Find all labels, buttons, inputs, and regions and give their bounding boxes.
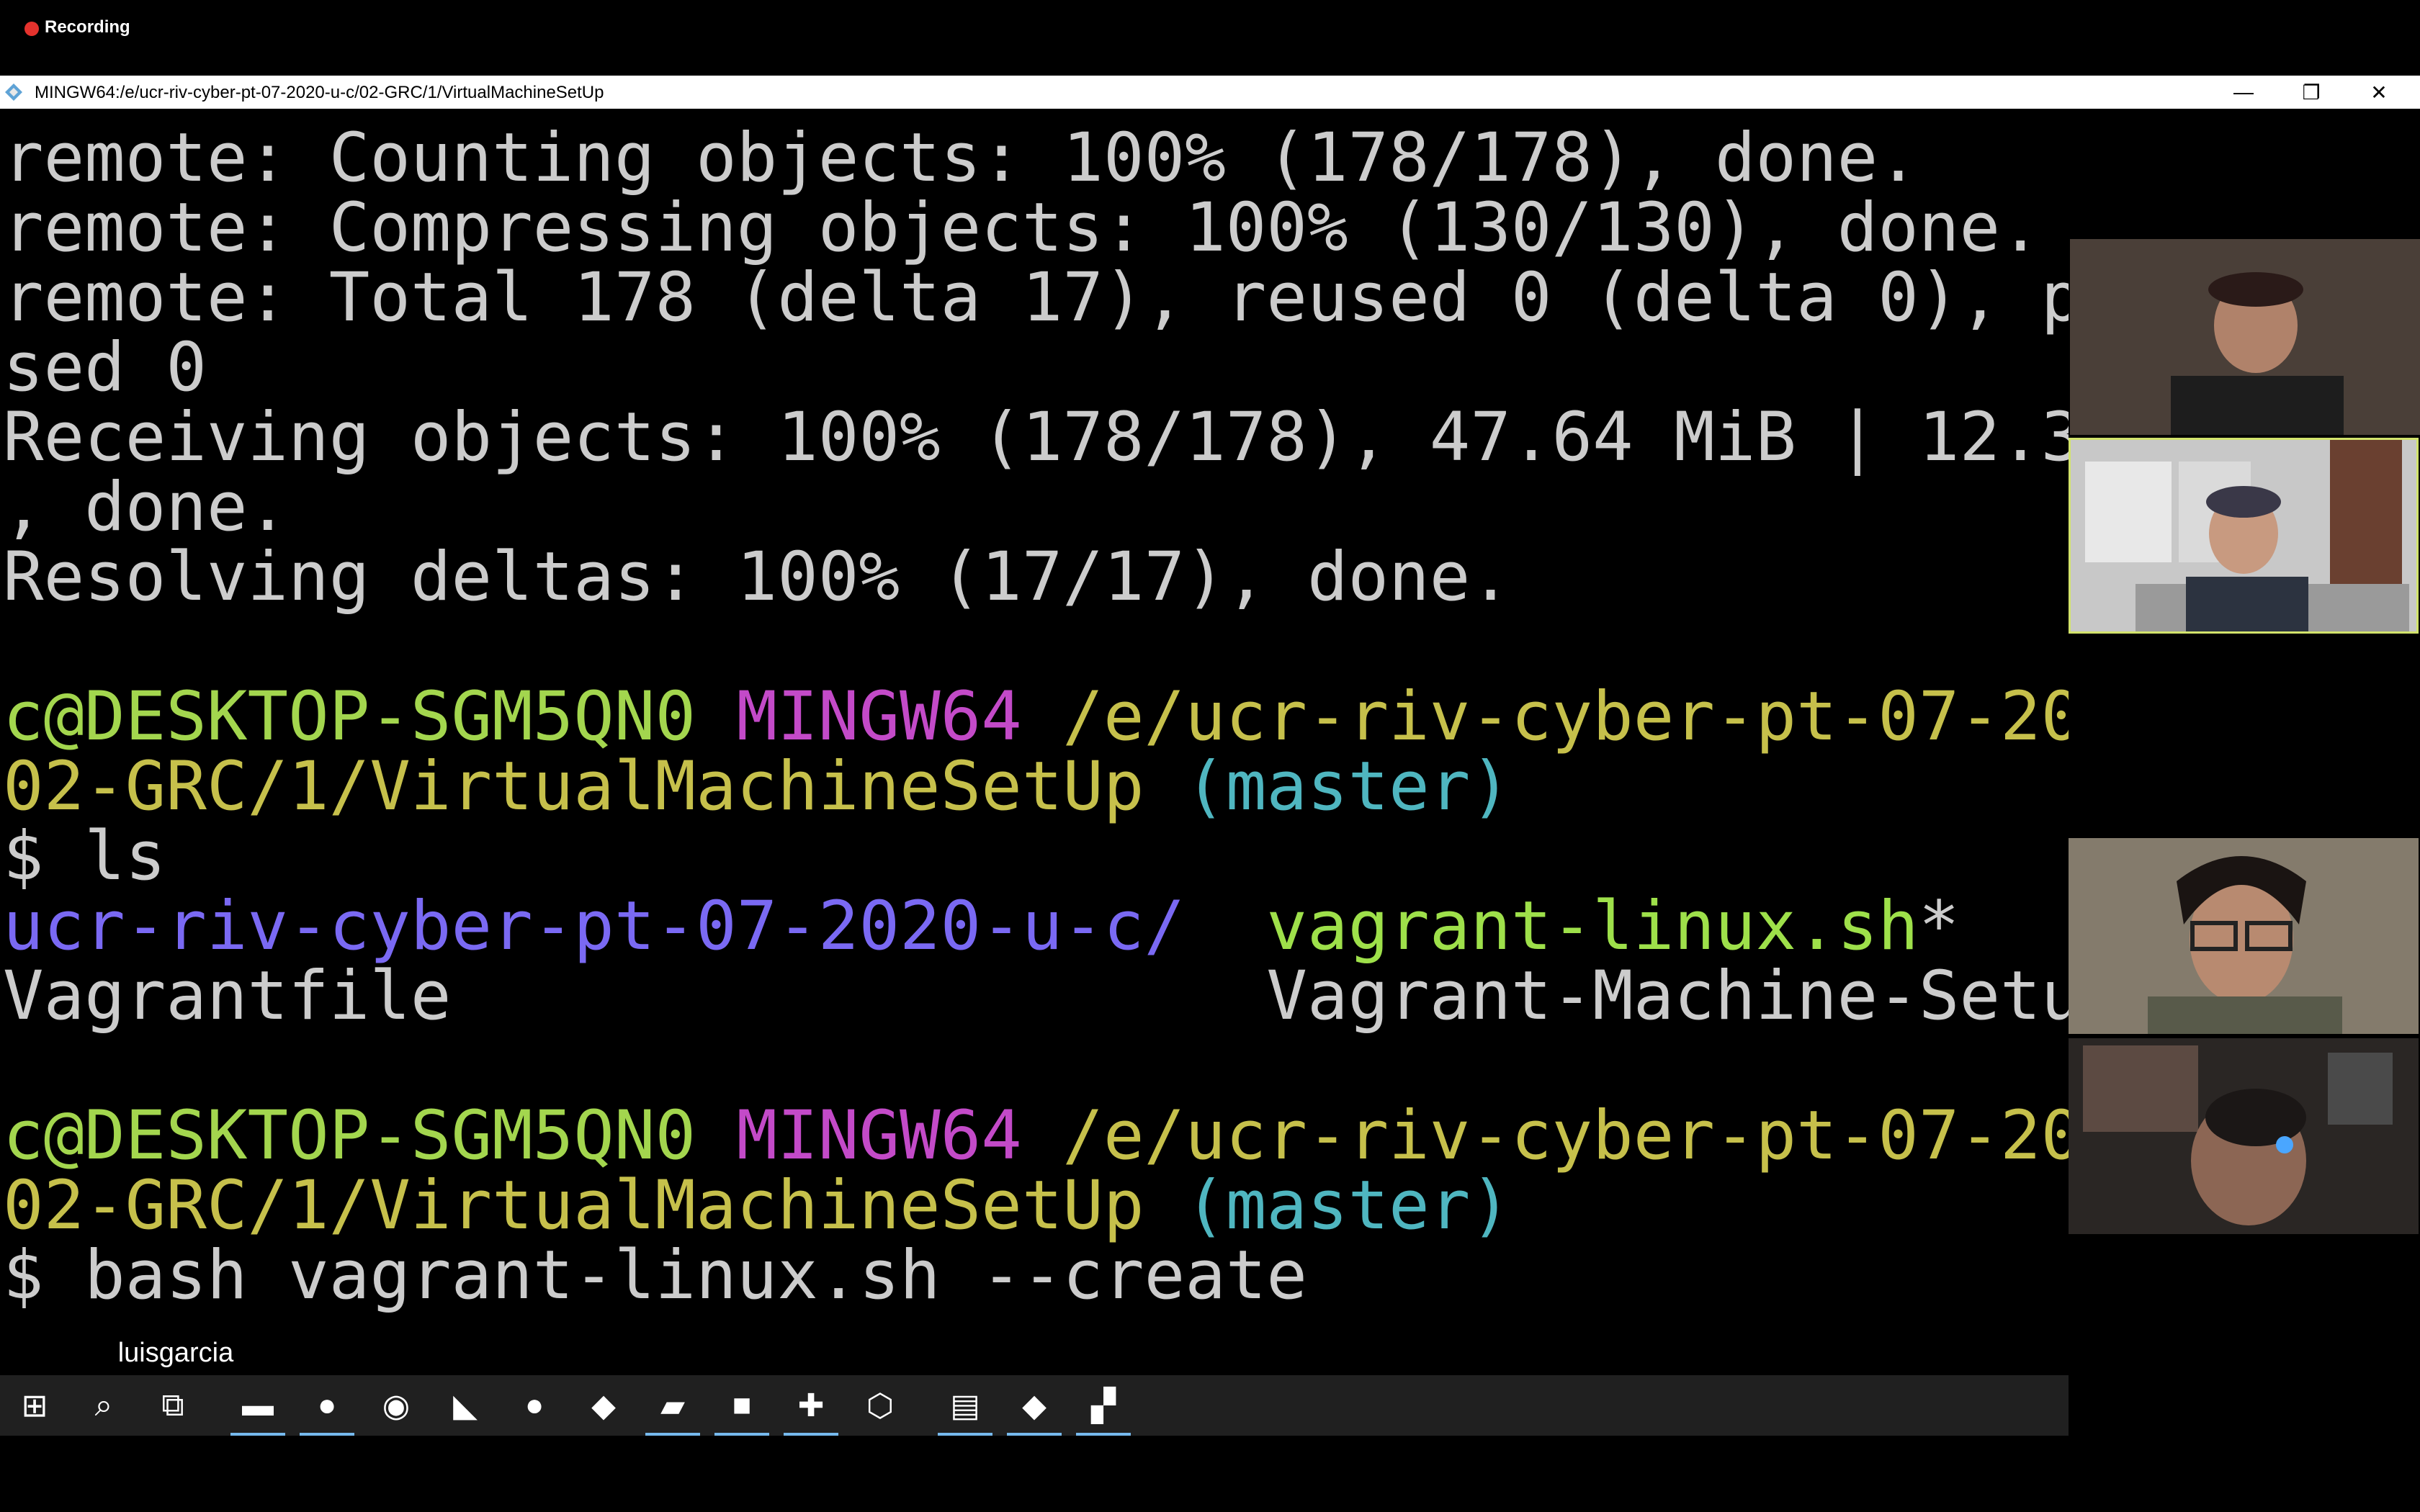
zoom-icon: ■ bbox=[732, 1387, 752, 1423]
terminal-line: remote: Total 178 (delta 17), reused 0 (… bbox=[3, 263, 2069, 333]
taskbar-app-button[interactable]: ▰ bbox=[638, 1375, 707, 1436]
taskbar-virtualbox-button[interactable]: ⬡ bbox=[846, 1375, 915, 1436]
terminal-text: Resolving deltas: 100% (17/17), done. bbox=[3, 538, 1511, 616]
participant-video-5[interactable] bbox=[2069, 1038, 2419, 1234]
mingw-icon bbox=[5, 84, 22, 101]
chrome-icon: ◉ bbox=[382, 1387, 411, 1423]
taskbar-github-desktop-button[interactable]: ● bbox=[500, 1375, 569, 1436]
taskbar-file-explorer-button[interactable]: ▬ bbox=[223, 1375, 292, 1436]
maximize-button[interactable]: ❐ bbox=[2279, 76, 2344, 109]
virtualbox-icon: ⬡ bbox=[866, 1387, 895, 1423]
taskbar-start-button[interactable]: ⊞ bbox=[0, 1375, 69, 1436]
terminal-output[interactable]: remote: Counting objects: 100% (178/178)… bbox=[0, 109, 2069, 1376]
terminal-line: c@DESKTOP-SGM5QN0 MINGW64 /e/ucr-riv-cyb… bbox=[3, 1101, 2069, 1171]
github-desktop-icon: ● bbox=[524, 1387, 544, 1423]
recording-bar: Recording bbox=[0, 0, 2420, 74]
terminal-line: $ bash vagrant-linux.sh --create bbox=[3, 1241, 2069, 1310]
start-icon: ⊞ bbox=[21, 1387, 48, 1423]
git-icon: ◆ bbox=[591, 1387, 616, 1423]
participant-name-label: luisgarcia bbox=[117, 1338, 234, 1368]
terminal-line: remote: Compressing objects: 100% (130/1… bbox=[3, 193, 2069, 263]
terminal-line: c@DESKTOP-SGM5QN0 MINGW64 /e/ucr-riv-cyb… bbox=[3, 682, 2069, 752]
terminal-line: Receiving objects: 100% (178/178), 47.64… bbox=[3, 402, 2069, 472]
participants-panel bbox=[2069, 238, 2420, 1444]
terminal-line: remote: Counting objects: 100% (178/178)… bbox=[3, 123, 2069, 193]
terminal-line: 02-GRC/1/VirtualMachineSetUp (master) bbox=[3, 752, 2069, 822]
terminal-text: c@DESKTOP-SGM5QN0 bbox=[3, 1097, 696, 1175]
terminal-text: Receiving objects: 100% (178/178), 47.64… bbox=[3, 398, 2069, 477]
recording-label: Recording bbox=[45, 17, 130, 37]
taskbar-vscode-button[interactable]: ◣ bbox=[431, 1375, 500, 1436]
participant-video-2[interactable] bbox=[2069, 438, 2419, 634]
participant-video-3[interactable] bbox=[2069, 638, 2419, 834]
terminal-text: Vagrantfile Vagrant-Machine-Setu bbox=[3, 957, 2069, 1035]
terminal-text: ucr-riv-cyber-pt-07-2020-u-c/ bbox=[3, 887, 1186, 966]
terminal-text: c@DESKTOP-SGM5QN0 bbox=[3, 678, 696, 756]
terminal-text: remote: Compressing objects: 100% (130/1… bbox=[3, 189, 2041, 267]
terminal-text: MINGW64 bbox=[736, 678, 1022, 756]
terminal-window: MINGW64:/e/ucr-riv-cyber-pt-07-2020-u-c/… bbox=[0, 76, 2420, 1376]
terminal-line: Resolving deltas: 100% (17/17), done. bbox=[3, 542, 2069, 612]
terminal-line: , done. bbox=[3, 472, 2069, 542]
terminal-text: 02-GRC/1/VirtualMachineSetUp bbox=[3, 1166, 1144, 1245]
taskbar-git-button[interactable]: ◆ bbox=[569, 1375, 638, 1436]
terminal-text: 02-GRC/1/VirtualMachineSetUp bbox=[3, 747, 1144, 826]
terminal-text: vagrant-linux.sh bbox=[1266, 887, 1919, 966]
terminal-text: remote: Counting objects: 100% (178/178)… bbox=[3, 119, 1919, 197]
terminal-text: remote: Total 178 (delta 17), reused 0 (… bbox=[3, 258, 2069, 337]
terminal-text: $ ls bbox=[3, 817, 166, 896]
terminal-line: 02-GRC/1/VirtualMachineSetUp (master) bbox=[3, 1171, 2069, 1241]
taskbar-git-bash-button[interactable]: ◆ bbox=[1000, 1375, 1069, 1436]
taskbar-chrome-button[interactable]: ◉ bbox=[362, 1375, 431, 1436]
minimize-button[interactable]: — bbox=[2211, 76, 2276, 109]
taskbar-zoom-button[interactable]: ■ bbox=[707, 1375, 776, 1436]
taskbar-slack-button[interactable]: ✚ bbox=[776, 1375, 846, 1436]
slack-icon: ✚ bbox=[797, 1387, 825, 1423]
taskbar-notepad-button[interactable]: ▤ bbox=[931, 1375, 1000, 1436]
taskbar-search-button[interactable]: ⌕ bbox=[69, 1375, 138, 1436]
git-bash-icon: ◆ bbox=[1022, 1387, 1047, 1423]
terminal-text: /e/ucr-riv-cyber-pt-07-2020-u-c/ bbox=[1062, 1097, 2069, 1175]
terminal-text: sed 0 bbox=[3, 328, 207, 407]
terminal-text: MINGW64 bbox=[736, 1097, 1022, 1175]
app-icon: ▰ bbox=[660, 1387, 685, 1423]
recording-indicator-icon bbox=[24, 22, 39, 36]
terminal-line: $ ls bbox=[3, 822, 2069, 891]
taskbar-explorer-button[interactable]: ▞ bbox=[1069, 1375, 1138, 1436]
terminal-line: sed 0 bbox=[3, 333, 2069, 402]
taskbar-firefox-button[interactable]: ● bbox=[292, 1375, 362, 1436]
close-button[interactable]: ✕ bbox=[2347, 76, 2411, 109]
terminal-text: , done. bbox=[3, 468, 289, 546]
terminal-text: (master) bbox=[1144, 1166, 1511, 1245]
vscode-icon: ◣ bbox=[453, 1387, 478, 1423]
explorer-icon: ▞ bbox=[1091, 1387, 1116, 1423]
participant-video-6[interactable] bbox=[2069, 1238, 2419, 1434]
terminal-text: * bbox=[1918, 887, 1960, 966]
terminal-line: Vagrantfile Vagrant-Machine-Setu bbox=[3, 961, 2069, 1031]
participant-video-1[interactable] bbox=[2069, 238, 2420, 436]
title-bar: MINGW64:/e/ucr-riv-cyber-pt-07-2020-u-c/… bbox=[0, 76, 2420, 109]
terminal-line: ucr-riv-cyber-pt-07-2020-u-c/ vagrant-li… bbox=[3, 891, 2069, 961]
firefox-icon: ● bbox=[317, 1387, 337, 1423]
taskbar-task-view-button[interactable]: ⧉ bbox=[138, 1375, 207, 1436]
terminal-text: /e/ucr-riv-cyber-pt-07-2020-u-c/ bbox=[1062, 678, 2069, 756]
participant-video-4[interactable] bbox=[2069, 838, 2419, 1034]
task-view-icon: ⧉ bbox=[161, 1387, 184, 1423]
window-title: MINGW64:/e/ucr-riv-cyber-pt-07-2020-u-c/… bbox=[35, 83, 604, 102]
terminal-text: (master) bbox=[1144, 747, 1511, 826]
windows-taskbar: ⊞ ⌕ ⧉ ▬ ● ◉ ◣ ● ◆ ▰ ■ ✚ ⬡ ▤ ◆ ▞ bbox=[0, 1375, 2069, 1436]
notepad-icon: ▤ bbox=[950, 1387, 980, 1423]
search-icon: ⌕ bbox=[94, 1387, 113, 1423]
terminal-text: $ bash vagrant-linux.sh --create bbox=[3, 1236, 1307, 1315]
file-explorer-icon: ▬ bbox=[242, 1387, 274, 1423]
